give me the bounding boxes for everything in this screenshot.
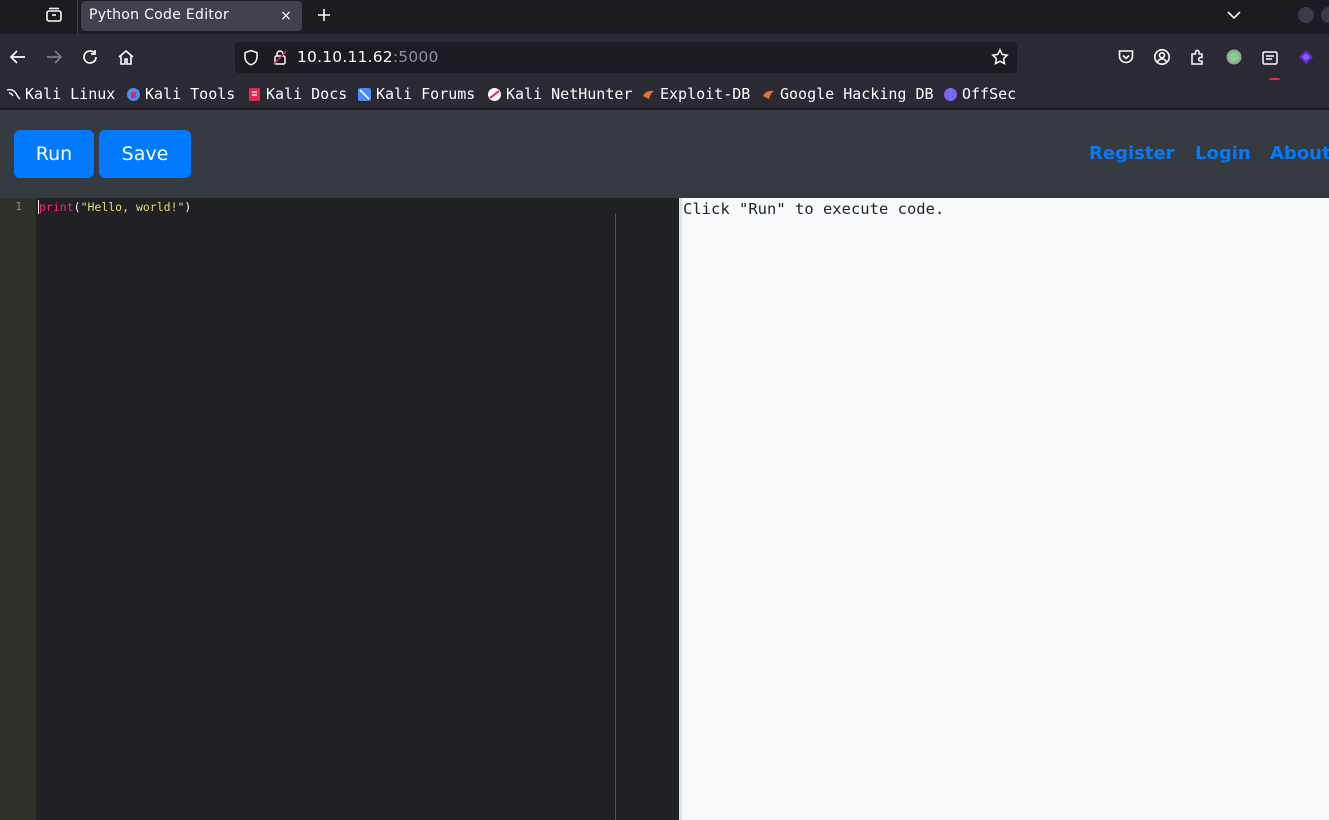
kali-docs-icon	[247, 87, 262, 102]
bookmark-offsec[interactable]: OffSec	[943, 84, 1016, 104]
bookmark-label: Google Hacking DB	[780, 85, 934, 103]
bookmark-kali-nethunter[interactable]: Kali NetHunter	[487, 84, 632, 104]
url-bar[interactable]: 10.10.11.62:5000	[235, 42, 1017, 73]
maximize-window-icon[interactable]	[1321, 7, 1329, 23]
code-paren-open: (	[73, 200, 81, 214]
extensions-icon[interactable]	[1187, 46, 1209, 68]
url-text[interactable]: 10.10.11.62:5000	[297, 48, 439, 66]
exploit-db-icon	[641, 87, 656, 102]
bookmark-exploit-db[interactable]: Exploit-DB	[641, 84, 750, 104]
new-tab-icon[interactable]	[312, 4, 336, 26]
offsec-icon	[943, 87, 958, 102]
ghdb-icon	[761, 87, 776, 102]
about-link[interactable]: About	[1270, 143, 1329, 164]
kali-dragon-icon	[6, 87, 21, 102]
code-function-token: print	[39, 200, 74, 214]
bookmark-kali-tools[interactable]: Kali Tools	[126, 84, 235, 104]
extension-purple-icon[interactable]	[1295, 46, 1317, 68]
home-icon[interactable]	[114, 45, 138, 69]
minimize-window-icon[interactable]	[1298, 7, 1314, 23]
kali-forums-icon	[357, 87, 372, 102]
tab-list-chevron-icon[interactable]	[1222, 4, 1246, 26]
navigation-toolbar: 10.10.11.62:5000 7	[0, 34, 1329, 89]
forward-arrow-icon[interactable]	[42, 45, 66, 69]
output-panel: Click "Run" to execute code.	[682, 198, 1329, 820]
line-number: 1	[15, 200, 22, 213]
bookmark-label: Kali NetHunter	[506, 85, 633, 103]
extension-green-circle-icon[interactable]	[1223, 46, 1245, 68]
bookmark-label: Kali Tools	[145, 85, 236, 103]
print-margin-line	[615, 214, 616, 820]
login-link[interactable]: Login	[1195, 143, 1251, 164]
save-button[interactable]: Save	[99, 130, 191, 178]
code-editor[interactable]: 1 print("Hello, world!")	[0, 198, 679, 820]
kali-nethunter-icon	[487, 87, 502, 102]
url-port: :5000	[392, 48, 439, 66]
bookmark-label: OffSec	[962, 85, 1017, 103]
account-icon[interactable]	[1151, 46, 1173, 68]
extension-counter-icon[interactable]	[1259, 46, 1281, 68]
tab-close-icon[interactable]: ×	[276, 6, 296, 26]
bookmark-google-hacking-db[interactable]: Google Hacking DB	[761, 84, 934, 104]
shield-icon[interactable]	[242, 48, 260, 66]
kali-tools-icon	[126, 87, 141, 102]
bookmark-label: Kali Docs	[266, 85, 348, 103]
tab-title: Python Code Editor	[89, 7, 230, 23]
text-cursor	[38, 200, 39, 214]
run-button[interactable]: Run	[14, 130, 94, 178]
code-string-token: "Hello, world!"	[80, 200, 185, 214]
url-host: 10.10.11.62	[297, 48, 393, 66]
page-content: Run Save Register Login About 1 print("H…	[0, 110, 1329, 820]
output-text: Click "Run" to execute code.	[683, 200, 945, 218]
insecure-lock-icon[interactable]	[271, 48, 289, 66]
bookmarks-toolbar: Kali Linux Kali Tools Kali Docs Kali For…	[0, 80, 1329, 109]
bookmark-kali-forums[interactable]: Kali Forums	[357, 84, 475, 104]
pocket-icon[interactable]	[1115, 46, 1137, 68]
tab-overview-icon[interactable]	[42, 5, 66, 25]
bookmark-kali-linux[interactable]: Kali Linux	[6, 84, 115, 104]
reload-icon[interactable]	[78, 45, 102, 69]
back-arrow-icon[interactable]	[6, 45, 30, 69]
bookmark-label: Kali Forums	[376, 85, 476, 103]
editor-gutter: 1	[0, 198, 36, 820]
code-line[interactable]: print("Hello, world!")	[39, 200, 191, 214]
bookmark-label: Exploit-DB	[660, 85, 751, 103]
bookmark-label: Kali Linux	[25, 85, 116, 103]
tab-strip: Python Code Editor ×	[0, 0, 1329, 34]
code-paren-close: )	[184, 200, 192, 214]
browser-tab[interactable]: Python Code Editor ×	[81, 1, 302, 31]
bookmark-star-icon[interactable]	[991, 48, 1009, 66]
app-header: Run Save Register Login About	[0, 110, 1329, 198]
bookmark-kali-docs[interactable]: Kali Docs	[247, 84, 347, 104]
register-link[interactable]: Register	[1089, 143, 1175, 164]
tab-separator	[77, 0, 78, 34]
